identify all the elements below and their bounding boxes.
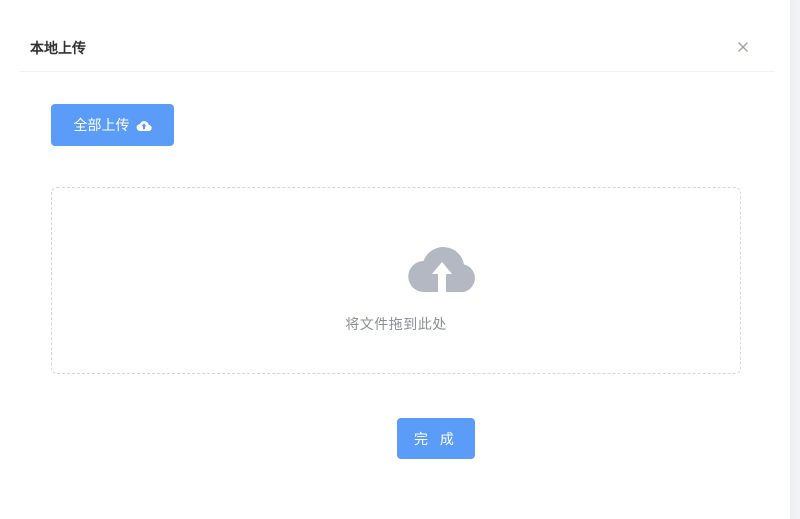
dialog-title: 本地上传 [30,40,86,56]
file-dropzone[interactable]: 将文件拖到此处 [51,187,741,374]
close-icon[interactable] [735,39,751,55]
page-edge [790,0,800,519]
cloud-upload-icon [406,240,478,301]
upload-all-label: 全部上传 [73,117,130,133]
dialog-header: 本地上传 [20,24,775,72]
cloud-upload-icon [136,119,152,132]
dropzone-hint: 将文件拖到此处 [345,316,447,332]
upload-dialog: 本地上传 全部上传 将文件拖到此处 完 成 [0,0,790,519]
done-button[interactable]: 完 成 [397,418,475,459]
upload-all-button[interactable]: 全部上传 [51,104,174,146]
